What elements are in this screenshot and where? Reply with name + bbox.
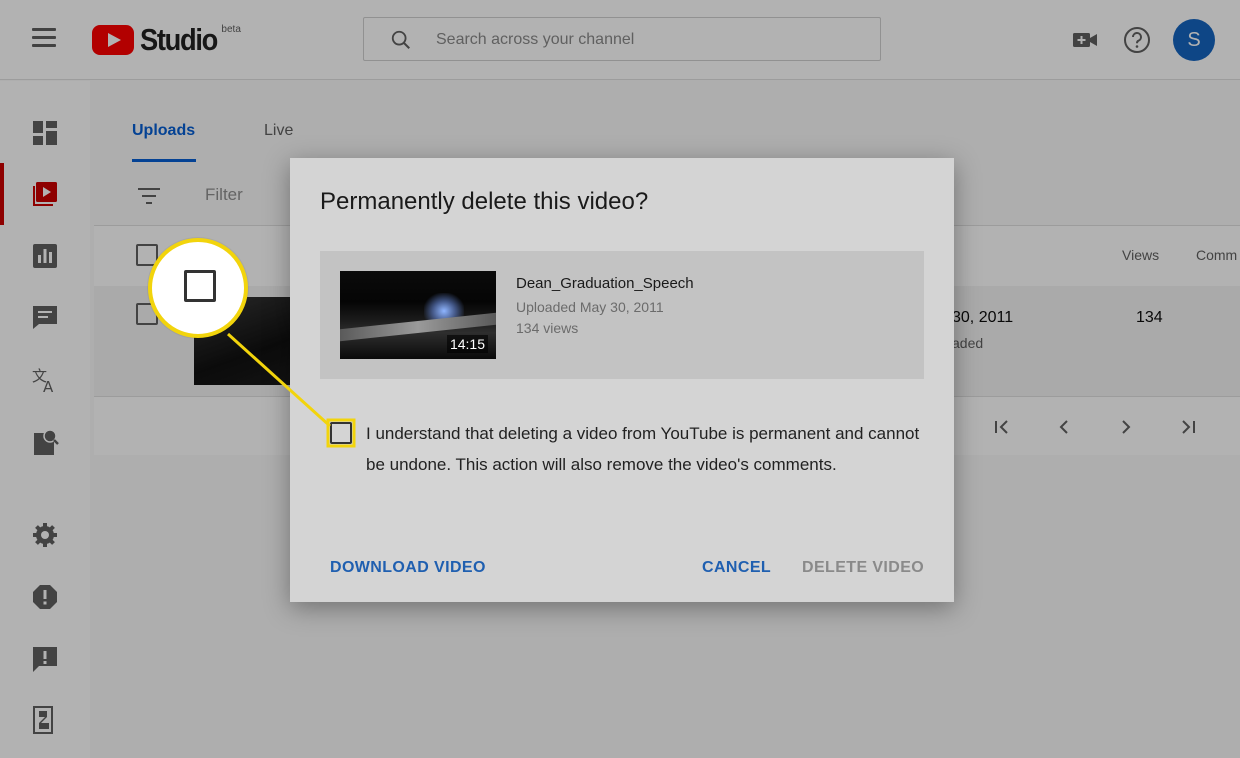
cancel-button[interactable]: CANCEL — [702, 559, 771, 577]
video-view-count: 134 views — [516, 320, 579, 336]
acknowledge-label[interactable]: I understand that deleting a video from … — [366, 418, 926, 480]
delete-video-button[interactable]: DELETE VIDEO — [802, 559, 924, 577]
callout-magnifier — [148, 238, 248, 338]
video-duration: 14:15 — [446, 335, 488, 353]
video-summary-card: 14:15 Dean_Graduation_Speech Uploaded Ma… — [320, 251, 924, 379]
dialog-title: Permanently delete this video? — [320, 188, 649, 215]
video-title: Dean_Graduation_Speech — [516, 275, 694, 292]
download-video-button[interactable]: DOWNLOAD VIDEO — [330, 559, 486, 577]
delete-video-dialog: Permanently delete this video? 14:15 Dea… — [290, 158, 954, 602]
video-upload-date: Uploaded May 30, 2011 — [516, 299, 664, 315]
video-thumbnail: 14:15 — [340, 271, 496, 359]
callout-checkbox-icon — [184, 270, 216, 302]
acknowledge-checkbox[interactable] — [330, 422, 352, 444]
